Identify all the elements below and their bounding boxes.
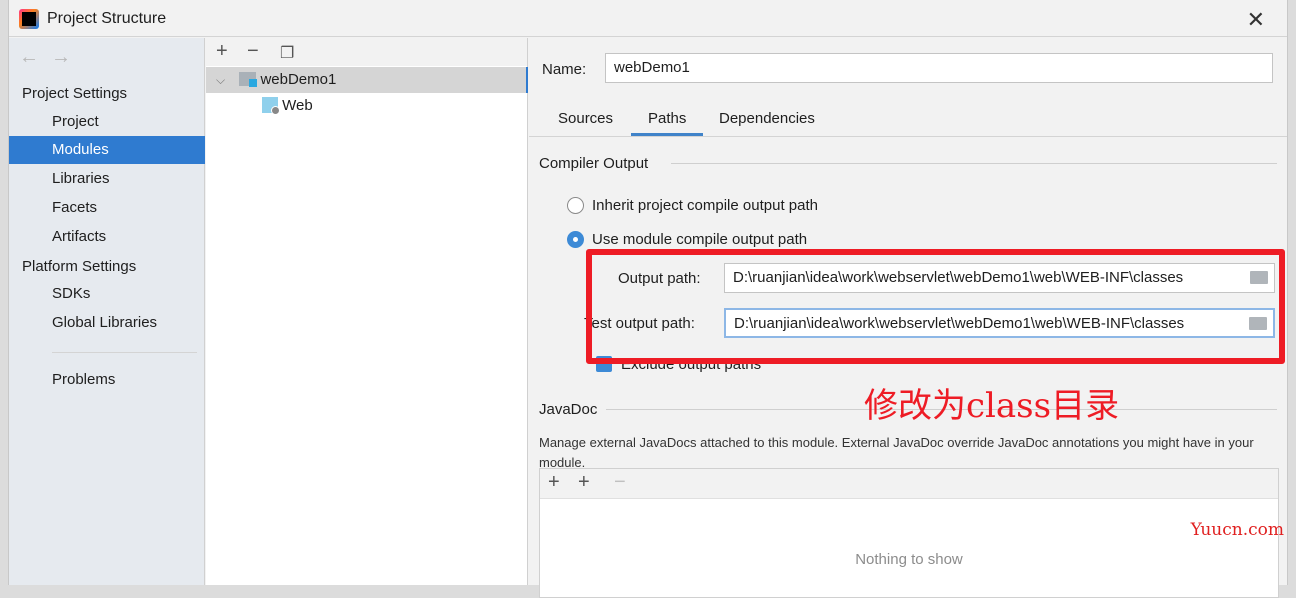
compiler-output-heading: Compiler Output	[539, 155, 649, 172]
forward-arrow-icon[interactable]: →	[51, 46, 71, 69]
remove-icon[interactable]: −	[247, 40, 259, 63]
tree-toolbar: + − ❐	[206, 38, 527, 66]
module-tree: + − ❐ ⌵ webDemo1 Web	[206, 38, 528, 585]
tab-paths[interactable]: Paths	[631, 110, 704, 136]
sidebar-item-artifacts[interactable]: Artifacts	[9, 223, 205, 251]
back-arrow-icon[interactable]: ←	[19, 46, 39, 69]
empty-state-text: Nothing to show	[855, 551, 963, 568]
name-label: Name:	[542, 61, 587, 78]
divider	[529, 136, 1287, 137]
chevron-down-icon[interactable]: ⌵	[216, 73, 225, 87]
tree-node-label: webDemo1	[260, 71, 337, 88]
javadoc-list: + + − Nothing to show	[539, 468, 1279, 598]
tab-dependencies[interactable]: Dependencies	[719, 110, 815, 127]
module-folder-icon	[239, 72, 258, 87]
sidebar: ← → Project Settings Project Modules Lib…	[9, 38, 205, 585]
intellij-logo-icon	[19, 9, 39, 29]
title-bar: Project Structure ✕	[9, 0, 1287, 37]
tree-node-web[interactable]: Web	[206, 93, 528, 119]
close-icon[interactable]: ✕	[1247, 7, 1265, 33]
sidebar-header-project-settings: Project Settings	[22, 85, 128, 102]
javadoc-description: Manage external JavaDocs attached to thi…	[539, 435, 1254, 470]
module-output-label: Use module compile output path	[592, 231, 808, 248]
add-icon[interactable]: +	[548, 471, 560, 494]
sidebar-item-libraries[interactable]: Libraries	[9, 165, 205, 193]
javadoc-heading: JavaDoc	[539, 401, 598, 418]
annotation-highlight-box	[586, 249, 1285, 364]
tree-node-webdemo1[interactable]: ⌵ webDemo1	[206, 67, 528, 93]
inherit-output-radio[interactable]	[567, 197, 584, 214]
sidebar-item-facets[interactable]: Facets	[9, 194, 205, 222]
sidebar-item-modules[interactable]: Modules	[9, 136, 205, 164]
name-input[interactable]: webDemo1	[605, 53, 1273, 83]
module-output-radio[interactable]	[567, 231, 584, 248]
sidebar-header-platform-settings: Platform Settings	[22, 258, 137, 275]
inherit-output-label: Inherit project compile output path	[592, 197, 818, 214]
annotation-text: 修改为class目录	[864, 386, 1120, 426]
tab-sources[interactable]: Sources	[558, 110, 613, 127]
remove-icon[interactable]: −	[614, 471, 626, 494]
web-facet-icon	[262, 97, 280, 115]
sidebar-item-global-libraries[interactable]: Global Libraries	[9, 309, 205, 337]
window-title: Project Structure	[47, 10, 167, 27]
tree-node-label: Web	[282, 97, 313, 114]
add-icon[interactable]: +	[216, 40, 228, 63]
sidebar-item-project[interactable]: Project	[9, 108, 205, 136]
sidebar-item-sdks[interactable]: SDKs	[9, 280, 205, 308]
divider	[671, 163, 1277, 164]
sidebar-item-problems[interactable]: Problems	[9, 366, 205, 394]
copy-icon[interactable]: ❐	[280, 43, 294, 63]
add-url-icon[interactable]: +	[578, 471, 590, 494]
watermark: Yuucn.com	[1190, 520, 1284, 540]
javadoc-toolbar: + + −	[540, 469, 1278, 499]
divider	[52, 352, 197, 353]
